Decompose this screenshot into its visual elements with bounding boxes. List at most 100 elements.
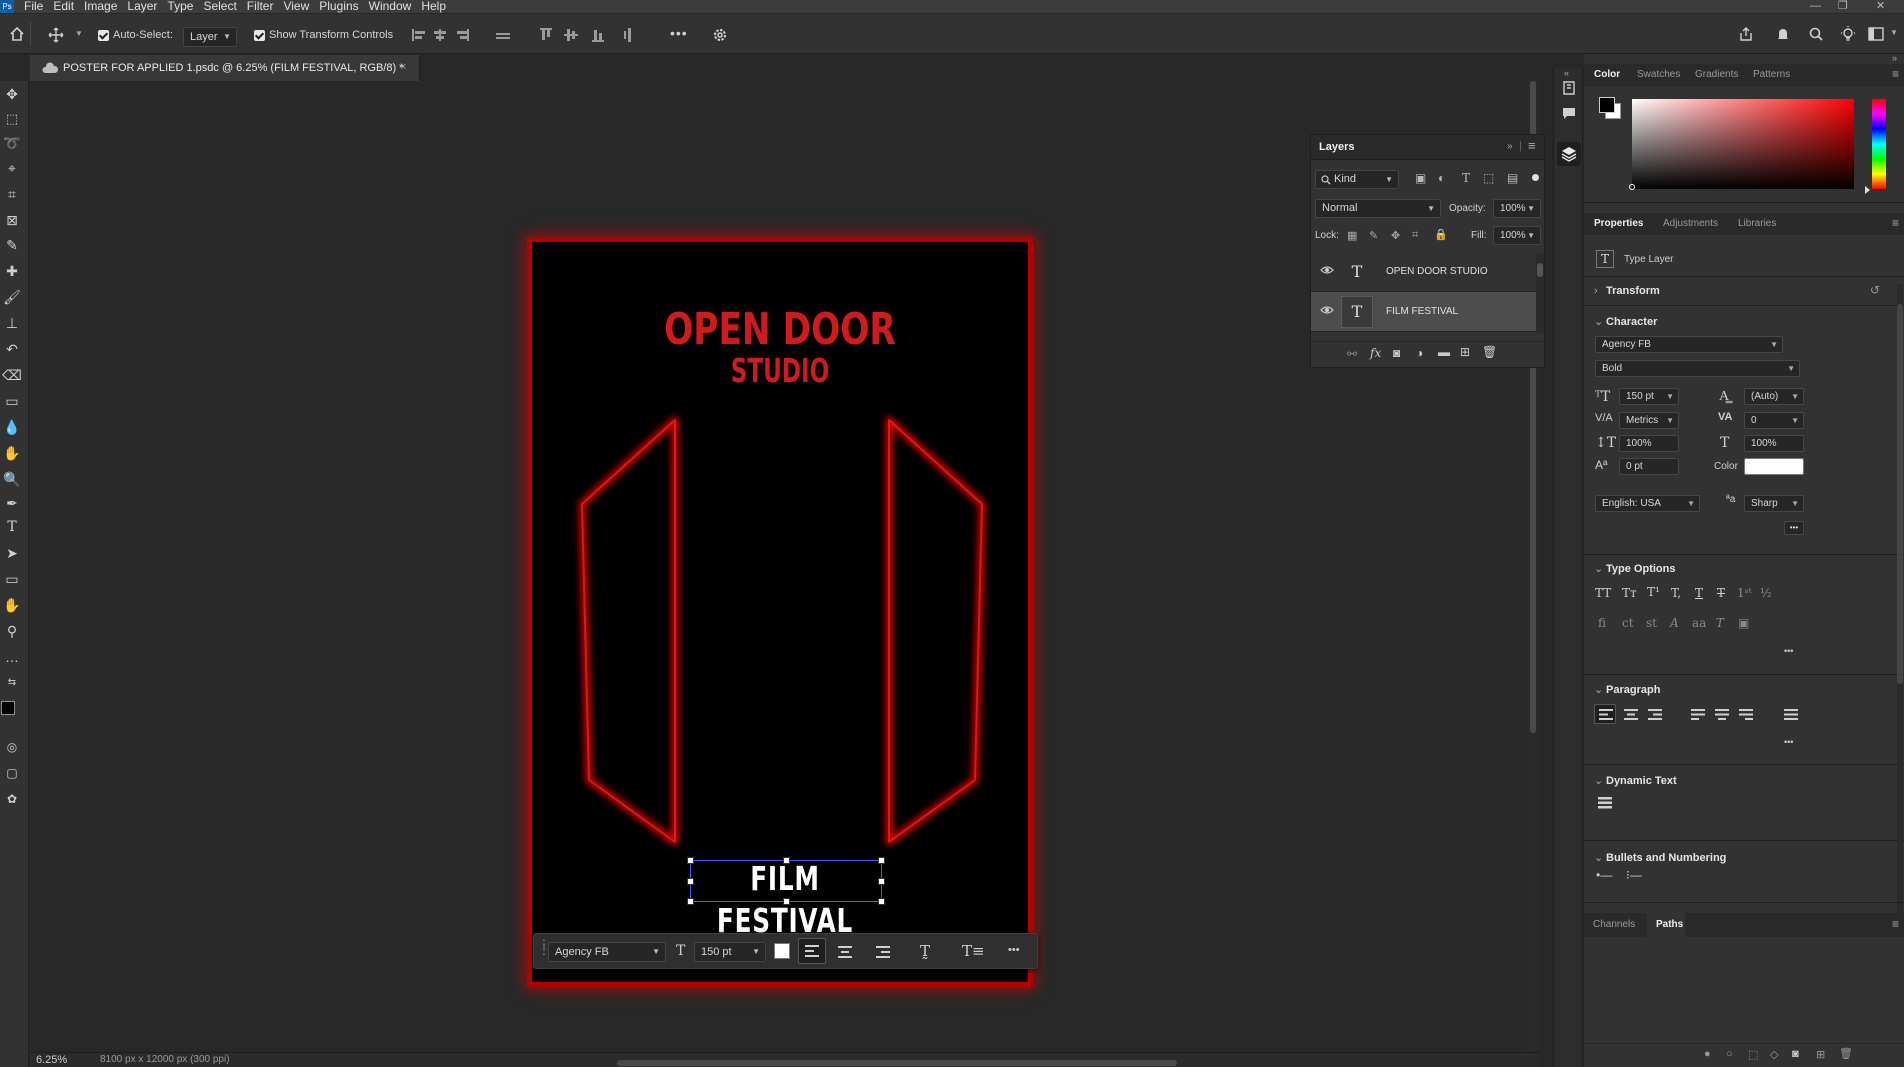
- make-work-path-icon[interactable]: ◇: [1770, 1048, 1778, 1061]
- swap-colors-icon[interactable]: ⇆: [2, 673, 22, 693]
- tab-libraries[interactable]: Libraries: [1738, 218, 1776, 229]
- contextual-alternates-icon[interactable]: T: [1716, 616, 1724, 630]
- home-icon[interactable]: [9, 26, 25, 42]
- filter-toggle[interactable]: [1532, 174, 1539, 181]
- filter-smart-object-icon[interactable]: ▤: [1507, 171, 1518, 185]
- underline-icon[interactable]: T: [1695, 586, 1703, 600]
- add-mask-icon[interactable]: ◙: [1393, 346, 1400, 360]
- minimize-button[interactable]: —: [1810, 0, 1821, 12]
- character-more-button[interactable]: •••: [1784, 521, 1804, 535]
- justify-last-left-icon[interactable]: [1691, 709, 1705, 720]
- healing-brush-tool-icon[interactable]: ✚: [2, 261, 22, 281]
- baseline-shift-field[interactable]: 0 pt: [1619, 458, 1679, 475]
- new-path-icon[interactable]: ⊞: [1816, 1048, 1825, 1061]
- paragraph-align-left-button[interactable]: [1594, 704, 1616, 724]
- layer-row-film-festival[interactable]: T FILM FESTIVAL: [1311, 292, 1544, 332]
- reset-transform-icon[interactable]: ↺: [1870, 283, 1880, 297]
- titling-alternates-icon[interactable]: aa: [1692, 616, 1706, 630]
- new-layer-icon[interactable]: ⊞: [1460, 345, 1470, 359]
- rectangle-tool-icon[interactable]: ▭: [2, 569, 22, 589]
- layers-scroll-thumb[interactable]: [1537, 263, 1543, 277]
- ligatures-icon[interactable]: ﬁ: [1598, 616, 1606, 630]
- color-picker-cursor[interactable]: [1629, 184, 1635, 190]
- character-section-header[interactable]: ⌄ Character: [1594, 315, 1657, 328]
- tab-gradients[interactable]: Gradients: [1695, 69, 1738, 80]
- brush-tool-icon[interactable]: 🖌: [2, 287, 22, 307]
- gear-icon[interactable]: [712, 27, 728, 43]
- zoom-tool-icon[interactable]: ⚲: [2, 621, 22, 641]
- tab-properties[interactable]: Properties: [1594, 218, 1643, 229]
- lock-all-icon[interactable]: 🔒: [1434, 228, 1448, 241]
- bullets-list-icon[interactable]: •—: [1596, 868, 1612, 882]
- paths-panel-menu-icon[interactable]: ≡: [1892, 917, 1899, 931]
- layers-tab[interactable]: Layers: [1319, 141, 1354, 153]
- zoom-level[interactable]: 6.25%: [36, 1054, 67, 1066]
- auto-select-dropdown[interactable]: Layer ▼: [183, 27, 237, 47]
- layer-filter-kind-dropdown[interactable]: Kind ▼: [1315, 170, 1399, 189]
- lock-transparent-icon[interactable]: ▦: [1347, 229, 1357, 242]
- menu-filter[interactable]: Filter: [247, 0, 274, 13]
- transform-handle-top-left[interactable]: [687, 857, 694, 864]
- collapse-icons-icon[interactable]: «: [1564, 68, 1569, 78]
- hue-slider-pointer[interactable]: [1865, 186, 1870, 194]
- blend-mode-dropdown[interactable]: Normal ▼: [1315, 199, 1441, 218]
- ordinal-box-icon[interactable]: ▣: [1738, 616, 1749, 630]
- lasso-tool-icon[interactable]: ➰: [2, 133, 22, 153]
- frame-tool-icon[interactable]: ⊠: [2, 210, 22, 230]
- filter-pixel-icon[interactable]: ▣: [1415, 171, 1426, 185]
- transform-section-header[interactable]: › Transform: [1594, 285, 1660, 297]
- menu-type[interactable]: Type: [167, 0, 193, 13]
- properties-panel-menu-icon[interactable]: ≡: [1892, 216, 1899, 230]
- hue-slider[interactable]: [1872, 99, 1886, 189]
- language-dropdown[interactable]: English: USA ▼: [1595, 495, 1700, 512]
- zoom-in-tool-icon[interactable]: 🔍: [2, 469, 22, 489]
- fractions-icon[interactable]: ½: [1760, 586, 1772, 600]
- align-left-button[interactable]: [798, 938, 826, 964]
- transform-handle-top-right[interactable]: [878, 857, 885, 864]
- paragraph-more-button[interactable]: •••: [1784, 737, 1793, 747]
- auto-select-checkbox[interactable]: [98, 30, 109, 41]
- filter-shape-icon[interactable]: ⬚: [1483, 171, 1494, 185]
- restore-button[interactable]: ❐: [1838, 0, 1848, 12]
- comments-icon[interactable]: [1561, 106, 1577, 122]
- tool-preset-chevron-icon[interactable]: ▼: [75, 29, 83, 38]
- menu-layer[interactable]: Layer: [127, 0, 157, 13]
- taskbar-font-size-dropdown[interactable]: 150 pt ▼: [694, 942, 766, 962]
- properties-scrollbar[interactable]: [1897, 284, 1903, 924]
- menu-image[interactable]: Image: [84, 0, 117, 13]
- delete-path-trash-icon[interactable]: 🗑: [1839, 1047, 1853, 1060]
- add-mask-icon[interactable]: ◙: [1792, 1048, 1799, 1060]
- visibility-eye-icon[interactable]: [1320, 264, 1334, 276]
- transform-handle-top[interactable]: [783, 857, 790, 864]
- stylistic-alternates-icon[interactable]: A: [1670, 616, 1679, 630]
- lock-image-icon[interactable]: ✎: [1369, 229, 1378, 242]
- bullets-numbering-section-header[interactable]: ⌄ Bullets and Numbering: [1594, 851, 1726, 864]
- transform-handle-right[interactable]: [878, 878, 885, 885]
- align-buttons-group[interactable]: [412, 27, 512, 43]
- paragraph-align-right-icon[interactable]: [1648, 709, 1662, 720]
- ordinals-icon[interactable]: 1ˢᵗ: [1737, 586, 1752, 600]
- visibility-eye-icon[interactable]: [1320, 304, 1334, 316]
- taskbar-more-button[interactable]: •••: [1008, 944, 1020, 956]
- tab-swatches[interactable]: Swatches: [1637, 69, 1680, 80]
- text-color-field[interactable]: [1744, 458, 1804, 475]
- eyedropper-tool-icon[interactable]: ✎: [2, 235, 22, 255]
- fill-field[interactable]: 100% ▼: [1493, 226, 1541, 245]
- menu-window[interactable]: Window: [369, 0, 412, 13]
- foreground-color-chip[interactable]: [1599, 97, 1615, 113]
- vertical-scale-field[interactable]: 100%: [1619, 435, 1679, 452]
- more-options-button[interactable]: •••: [670, 25, 688, 41]
- new-group-folder-icon[interactable]: ▬: [1438, 345, 1450, 359]
- tab-paths[interactable]: Paths: [1656, 919, 1683, 930]
- character-options-icon[interactable]: T≡: [962, 942, 985, 960]
- small-caps-icon[interactable]: Tт: [1622, 586, 1637, 600]
- type-tool-icon[interactable]: T: [2, 517, 22, 537]
- load-selection-icon[interactable]: ⬚: [1748, 1048, 1758, 1061]
- properties-scroll-thumb[interactable]: [1897, 304, 1903, 684]
- numbered-list-icon[interactable]: ⁝—: [1626, 868, 1642, 882]
- menu-select[interactable]: Select: [203, 0, 236, 13]
- fill-path-icon[interactable]: ●: [1704, 1048, 1711, 1060]
- text-bounding-box[interactable]: [687, 857, 885, 905]
- menu-file[interactable]: File: [24, 0, 43, 13]
- move-tool-icon[interactable]: [48, 27, 64, 43]
